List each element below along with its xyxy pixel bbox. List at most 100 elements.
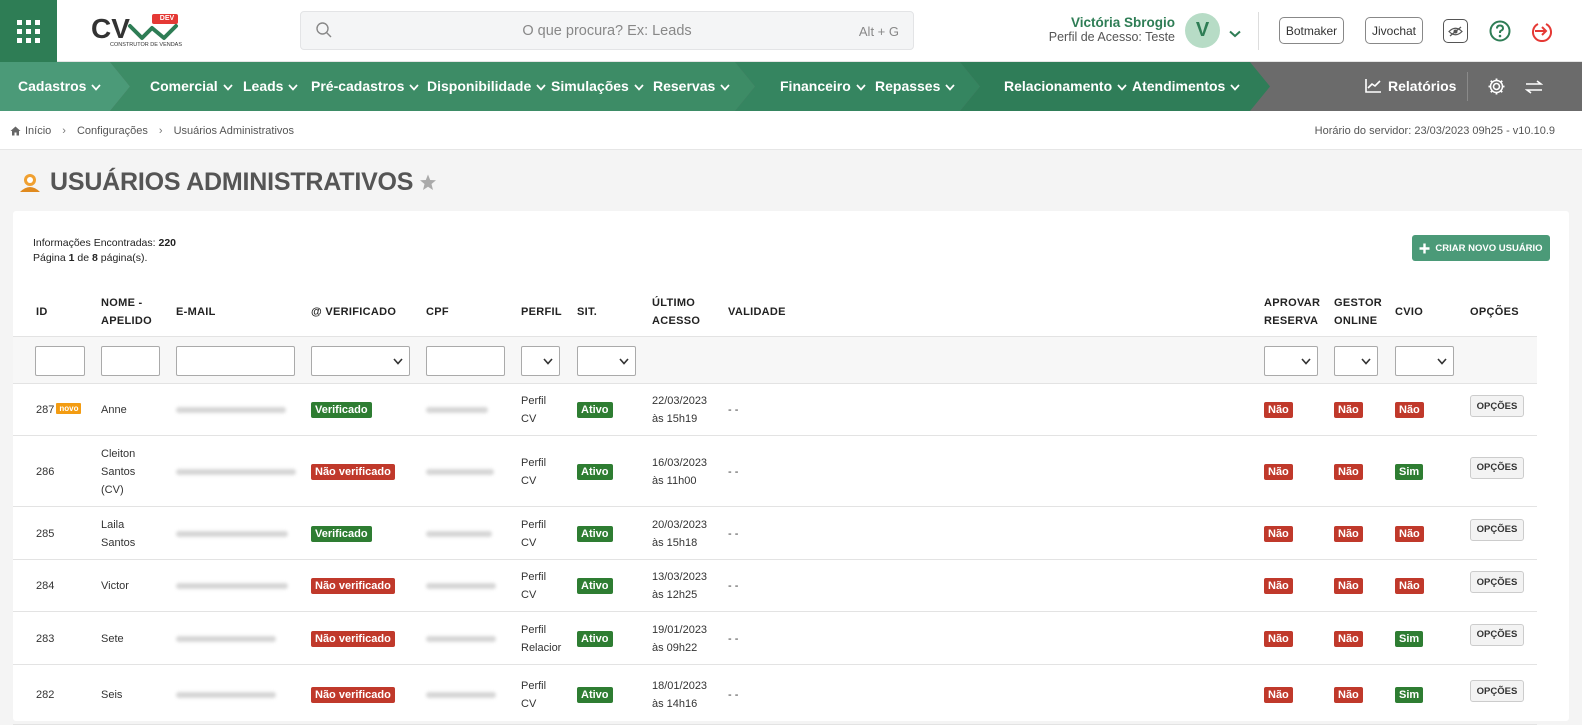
col-email[interactable]: E-MAIL [176, 303, 216, 321]
row-last-date: 20/03/2023 [652, 518, 708, 531]
manager-filter-select[interactable] [1334, 346, 1378, 376]
options-button[interactable]: OPÇÕES [1470, 680, 1524, 702]
help-icon[interactable] [1488, 19, 1512, 43]
chevron-right-icon: › [62, 125, 66, 137]
nav-item-label: Comercial [150, 78, 218, 94]
col-cvio[interactable]: CVIO [1395, 303, 1423, 321]
col-name[interactable]: NOME - APELIDO [101, 294, 152, 330]
cvio-filter-select[interactable] [1395, 346, 1454, 376]
nav-item-4[interactable]: Disponibilidade [427, 62, 546, 111]
email-filter-input[interactable] [176, 346, 295, 376]
row-last-time: às 11h00 [652, 474, 697, 487]
chevron-down-icon [1301, 358, 1311, 365]
options-button[interactable]: OPÇÕES [1470, 571, 1524, 593]
row-last-access: 20/03/2023 às 15h18 [652, 516, 707, 552]
name-filter-input[interactable] [101, 346, 160, 376]
options-button[interactable]: OPÇÕES [1470, 395, 1524, 417]
nav-item-6[interactable]: Reservas [653, 62, 730, 111]
user-name: Victória Sbrogio [1070, 15, 1175, 30]
avatar[interactable]: V [1185, 13, 1220, 48]
hide-eye-icon[interactable] [1443, 19, 1468, 43]
col-id[interactable]: ID [36, 303, 48, 321]
row-profile-line: Perfil [521, 680, 547, 692]
nav-item-label: Cadastros [18, 78, 87, 94]
nav-item-9[interactable]: Relacionamento [1004, 62, 1127, 111]
table-row[interactable]: 284 Victor Não verificado Perfil CV Ativo 13/0… [13, 560, 1537, 612]
col-last-access[interactable]: ÚLTIMO ACESSO [652, 294, 700, 330]
col-cpf[interactable]: CPF [426, 303, 449, 321]
create-user-button[interactable]: CRIAR NOVO USUÁRIO [1412, 235, 1550, 261]
swap-icon[interactable] [1524, 80, 1544, 99]
approve-filter-select[interactable] [1264, 346, 1318, 376]
row-last-date: 18/01/2023 [652, 680, 708, 692]
row-name: Cleiton Santos (CV) [101, 445, 135, 499]
nav-item-0[interactable]: Cadastros [18, 62, 102, 111]
divider [1467, 72, 1468, 101]
approve-badge: Não [1264, 578, 1293, 594]
table-row[interactable]: 286 Cleiton Santos (CV) Não verificado Perfil… [13, 436, 1537, 507]
chevron-down-icon [856, 84, 866, 91]
verified-filter-select[interactable] [311, 346, 410, 376]
nav-item-8[interactable]: Repasses [875, 62, 956, 111]
botmaker-button[interactable]: Botmaker [1279, 17, 1344, 44]
results-count: 220 [158, 237, 177, 249]
logo[interactable]: CV DEV CONSTRUTOR DE VENDAS [90, 10, 182, 52]
options-button[interactable]: OPÇÕES [1470, 456, 1524, 479]
cpf-filter-input[interactable] [426, 346, 505, 376]
nav-item-2[interactable]: Leads [243, 62, 299, 111]
breadcrumb-home[interactable]: Início [25, 125, 51, 137]
chevron-down-icon [634, 84, 644, 91]
status-badge: Ativo [577, 630, 613, 647]
row-validity: - - [728, 404, 739, 416]
row-name: Sete [101, 630, 124, 648]
apps-menu-button[interactable] [0, 0, 57, 62]
nav-item-7[interactable]: Financeiro [780, 62, 866, 111]
nav-item-10[interactable]: Atendimentos [1132, 62, 1240, 111]
row-id: 286 [36, 463, 54, 481]
col-approve-line2: RESERVA [1264, 315, 1319, 327]
options-button[interactable]: OPÇÕES [1470, 518, 1524, 541]
nav-reports[interactable]: Relatórios [1365, 62, 1456, 111]
cvio-badge: Não [1395, 525, 1424, 542]
breadcrumb-current: Usuários Administrativos [173, 125, 295, 137]
page-of: de [77, 252, 90, 264]
row-id: 283 [36, 630, 54, 648]
table-row[interactable]: 287 novo Anne Verificado Perfil CV Ativo 22/03/… [13, 384, 1537, 436]
table-row[interactable]: 282 Seis Não verificado Perfil CV Ativo 18/01/… [13, 665, 1537, 725]
chevron-down-icon [619, 358, 629, 365]
gear-icon[interactable] [1487, 77, 1506, 101]
row-validity: - - [728, 689, 739, 701]
cpf-redacted [426, 692, 496, 698]
row-profile-line: Perfil [521, 456, 547, 469]
status-filter-select[interactable] [577, 346, 636, 376]
col-verified[interactable]: @ VERIFICADO [311, 303, 396, 321]
nav-item-3[interactable]: Pré-cadastros [311, 62, 420, 111]
id-filter-input[interactable] [35, 346, 85, 376]
breadcrumb: Início › Configurações › Usuários Admini… [10, 125, 294, 137]
nav-item-label: Relacionamento [1004, 78, 1113, 94]
breadcrumb-settings[interactable]: Configurações [77, 125, 148, 137]
logo-tag: DEV [159, 15, 175, 22]
search-input[interactable]: O que procura? Ex: Leads Alt + G [300, 11, 914, 50]
star-icon[interactable] [419, 174, 437, 191]
verified-badge: Não verificado [311, 463, 395, 480]
profile-filter-select[interactable] [521, 346, 560, 376]
chevron-down-icon[interactable] [1229, 25, 1241, 43]
col-approve[interactable]: APROVAR RESERVA [1264, 294, 1320, 330]
logout-icon[interactable] [1530, 19, 1554, 43]
col-validity[interactable]: VALIDADE [728, 303, 786, 321]
jivochat-button[interactable]: Jivochat [1365, 17, 1423, 44]
current-page: 1 [68, 252, 75, 264]
col-options[interactable]: OPÇÕES [1470, 303, 1519, 321]
user-info[interactable]: Victória Sbrogio Perfil de Acesso: Teste [1049, 15, 1175, 45]
col-manager[interactable]: GESTOR ONLINE [1334, 294, 1382, 330]
col-profile[interactable]: PERFIL [521, 303, 562, 321]
nav-item-5[interactable]: Simulações [551, 62, 644, 111]
col-status[interactable]: SIT. [577, 303, 597, 321]
row-last-access: 13/03/2023 às 12h25 [652, 568, 707, 604]
nav-item-1[interactable]: Comercial [150, 62, 233, 111]
table-row[interactable]: 285 Laila Santos Verificado Perfil CV Ativo 20/… [13, 507, 1537, 560]
options-button[interactable]: OPÇÕES [1470, 623, 1524, 646]
table-row[interactable]: 283 Sete Não verificado Perfil Relacior Ativo… [13, 612, 1537, 665]
row-name: Victor [101, 577, 129, 595]
